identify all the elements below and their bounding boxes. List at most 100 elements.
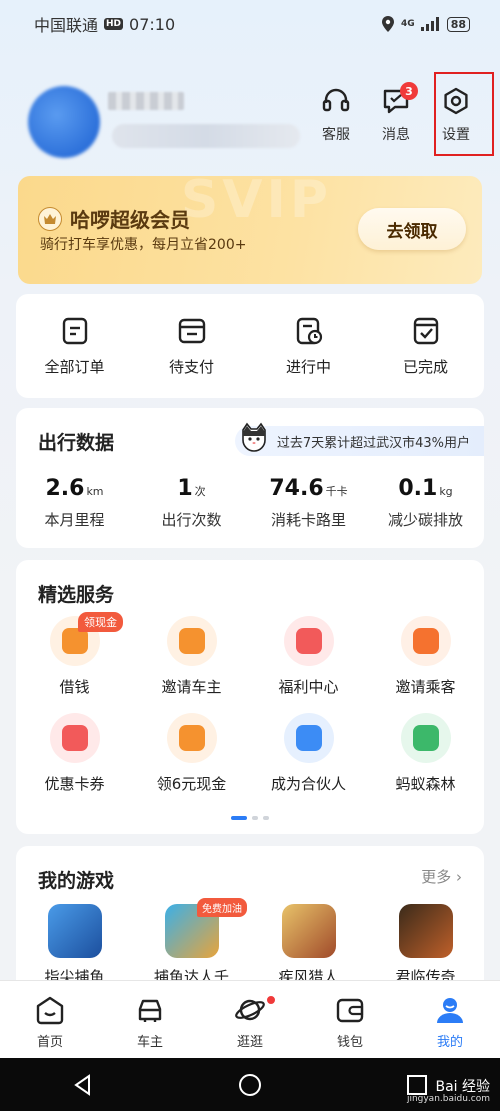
service-icon-glyph [412,725,439,751]
nav-wallet[interactable]: 钱包 [300,981,400,1058]
page-indicator [231,816,269,820]
planet-icon [235,999,265,1021]
game-item[interactable]: 指尖捕鱼 [16,904,133,987]
vip-banner[interactable]: SVIP 哈啰超级会员 骑行打车享优惠，每月立省200+ 去领取 [18,176,482,284]
cash-icon [166,713,217,763]
service-item[interactable]: 领6元现金 [133,713,250,794]
pending-payment-icon [178,318,205,344]
back-button[interactable] [0,1073,167,1096]
home-system-button[interactable] [167,1073,334,1097]
service-icon-glyph [295,725,322,751]
in-progress-label: 进行中 [285,358,331,376]
nav-driver-label: 车主 [136,1035,163,1050]
vip-claim-button[interactable]: 去领取 [358,208,466,250]
settings-highlight-box [434,72,494,156]
invite-passenger-icon [400,616,451,666]
stat-value: 74.6 [269,476,324,501]
game-item[interactable]: 免费加油 捕鱼达人千 [133,898,250,987]
headset-icon [322,88,350,112]
wallet-icon [336,998,364,1023]
game-thumbnail [47,904,102,958]
service-item[interactable]: 蚂蚁森林 [367,713,484,794]
stat-unit: 次 [194,485,206,498]
carrier-name: 中国联通 [34,16,99,35]
service-label: 借钱 [59,678,90,696]
user-name-blurred[interactable] [108,92,184,110]
home-icon [36,996,64,1025]
stat-value: 2.6 [45,476,85,501]
nav-explore-label: 逛逛 [236,1035,263,1050]
service-icon-glyph [178,725,205,751]
completed-icon [413,317,438,345]
service-label: 邀请车主 [161,678,222,696]
games-row: 指尖捕鱼 免费加油 捕鱼达人千 疾风猎人 君临传奇 [16,898,484,987]
baidu-watermark: Bai 经验 jingyan.baidu.com [406,1078,490,1105]
service-badge: 领现金 [78,612,123,632]
completed-button[interactable]: 已完成 [367,294,484,398]
stat-unit: km [86,485,104,498]
vip-title: 哈啰超级会员 [70,208,190,232]
service-label: 邀请乘客 [395,678,456,696]
bottom-nav: 首页 车主 逛逛 钱包 我的 [0,980,500,1058]
service-label: 蚂蚁森林 [395,775,456,793]
orders-card: 全部订单 待支付 进行中 已完成 [16,294,484,398]
coupon-icon [49,713,100,763]
nav-explore[interactable]: 逛逛 [200,981,300,1058]
messages-button[interactable]: 3 消息 [366,82,426,144]
services-title: 精选服务 [38,584,115,606]
vip-subtitle: 骑行打车享优惠，每月立省200+ [40,237,247,253]
location-icon [382,16,395,32]
travel-stats-tip-text: 过去7天累计超过武汉市43%用户 [276,435,470,451]
network-type: 4G [401,19,415,29]
pending-payment-label: 待支付 [168,358,214,376]
service-item[interactable]: 优惠卡券 [16,713,133,794]
user-tag-blurred[interactable] [112,124,300,148]
service-item[interactable]: 成为合伙人 [250,713,367,794]
battery-indicator: 88 [446,16,470,32]
messages-label: 消息 [382,127,410,143]
nav-profile-label: 我的 [436,1035,463,1050]
all-orders-icon [62,317,87,345]
customer-service-label: 客服 [322,127,350,143]
service-item[interactable]: 邀请乘客 [367,616,484,697]
customer-service-button[interactable]: 客服 [306,86,366,144]
games-more-link[interactable]: 更多 › [421,866,462,887]
nav-driver[interactable]: 车主 [100,981,200,1058]
game-thumbnail [398,904,453,958]
signal-icon [420,17,439,31]
watermark-sub: jingyan.baidu.com [406,1094,490,1105]
watermark-main: Bai 经验 [435,1078,490,1095]
stat-calories: 74.6 千卡 消耗卡路里 [250,476,367,530]
service-item[interactable]: 领现金借钱 [16,612,133,697]
service-label: 福利中心 [278,678,339,696]
profile-icon [437,998,463,1023]
back-triangle-icon [74,1073,91,1096]
all-orders-button[interactable]: 全部订单 [16,294,133,398]
service-icon-glyph [61,725,88,751]
crown-icon [38,206,62,231]
service-icon-glyph [412,628,439,654]
page-dot [263,816,269,820]
in-progress-button[interactable]: 进行中 [250,294,367,398]
stat-label: 出行次数 [161,511,222,529]
stat-value: 1 [177,476,193,501]
service-item[interactable]: 邀请车主 [133,616,250,697]
pending-payment-button[interactable]: 待支付 [133,294,250,398]
completed-label: 已完成 [402,358,448,376]
game-item[interactable]: 疾风猎人 [250,904,367,987]
nav-home[interactable]: 首页 [0,981,100,1058]
home-circle-icon [239,1073,261,1096]
notification-dot [266,995,276,1005]
game-item[interactable]: 君临传奇 [367,904,484,987]
stat-label: 减少碳排放 [387,511,463,529]
travel-stats-card[interactable]: 出行数据 过去7天累计超过武汉市43%用户 2.6 km 本月里程 1次 出行次数… [16,408,484,548]
nav-profile[interactable]: 我的 [400,981,500,1058]
avatar[interactable] [28,86,100,158]
game-badge: 免费加油 [197,898,247,917]
games-title: 我的游戏 [38,870,115,892]
service-item[interactable]: 福利中心 [250,616,367,697]
service-icon-glyph [178,628,205,654]
stat-value: 0.1 [398,476,438,501]
stat-carbon-reduction: 0.1 kg 减少碳排放 [367,476,484,530]
clock: 07:10 [129,14,176,34]
